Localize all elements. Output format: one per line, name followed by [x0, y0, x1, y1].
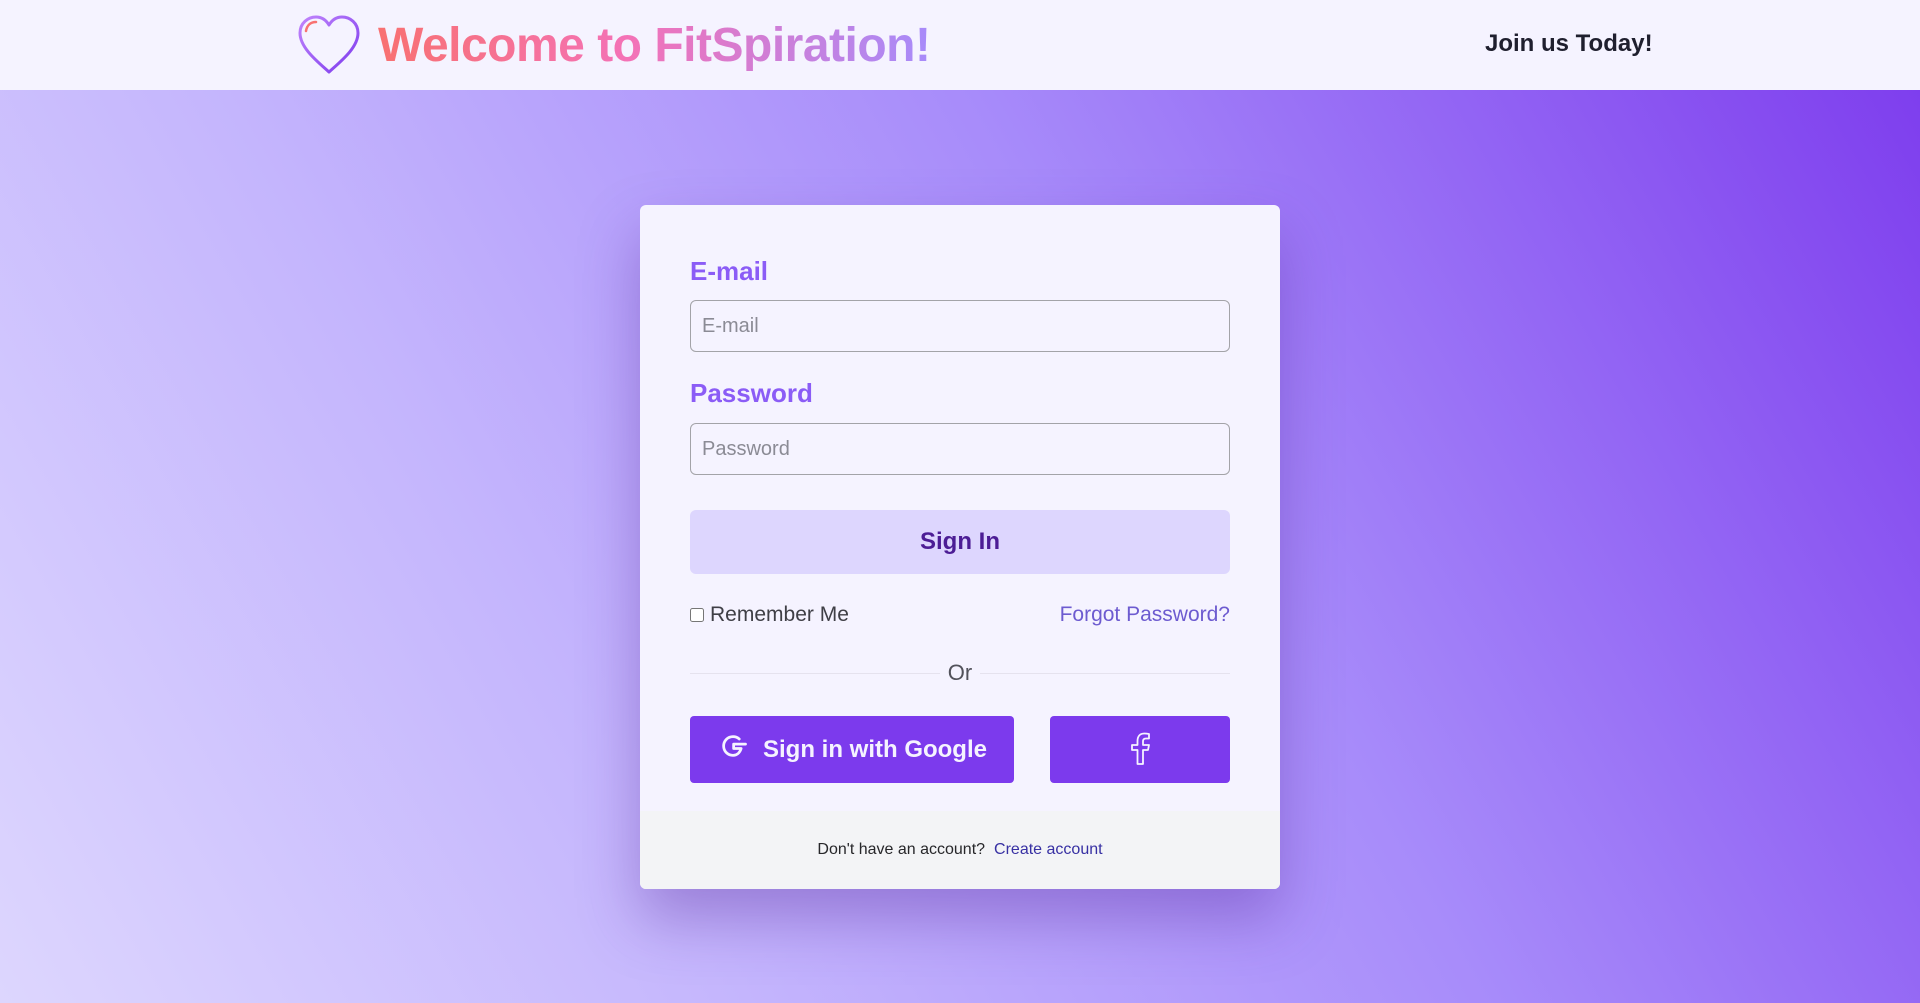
remember-me-label: Remember Me: [710, 603, 849, 626]
brand[interactable]: Welcome to FitSpiration!: [296, 12, 931, 78]
sign-in-button[interactable]: Sign In: [690, 510, 1230, 574]
site-title: Welcome to FitSpiration!: [378, 18, 931, 72]
sign-in-with-google-button[interactable]: Sign in with Google: [690, 716, 1014, 783]
or-divider: Or: [690, 660, 1230, 686]
create-account-link[interactable]: Create account: [994, 841, 1103, 859]
top-nav-bar: Welcome to FitSpiration! Join us Today!: [0, 0, 1920, 90]
card-footer: Don't have an account? Create account: [640, 811, 1280, 889]
or-divider-label: Or: [939, 660, 981, 685]
no-account-prompt: Don't have an account?: [817, 841, 986, 858]
facebook-icon: [1128, 731, 1152, 768]
login-card: E-mail Password Sign In Remember Me Forg…: [640, 205, 1280, 889]
forgot-password-link[interactable]: Forgot Password?: [1060, 603, 1230, 627]
remember-me[interactable]: Remember Me: [690, 603, 849, 627]
password-input[interactable]: [690, 423, 1230, 475]
google-button-label: Sign in with Google: [763, 735, 987, 763]
password-label: Password: [690, 378, 813, 408]
google-icon: [717, 730, 749, 769]
join-us-link[interactable]: Join us Today!: [1485, 30, 1653, 58]
remember-me-checkbox[interactable]: [690, 608, 704, 622]
email-input[interactable]: [690, 300, 1230, 352]
email-label: E-mail: [690, 256, 769, 286]
heart-icon: [296, 12, 362, 78]
sign-in-with-facebook-button[interactable]: [1050, 716, 1230, 783]
